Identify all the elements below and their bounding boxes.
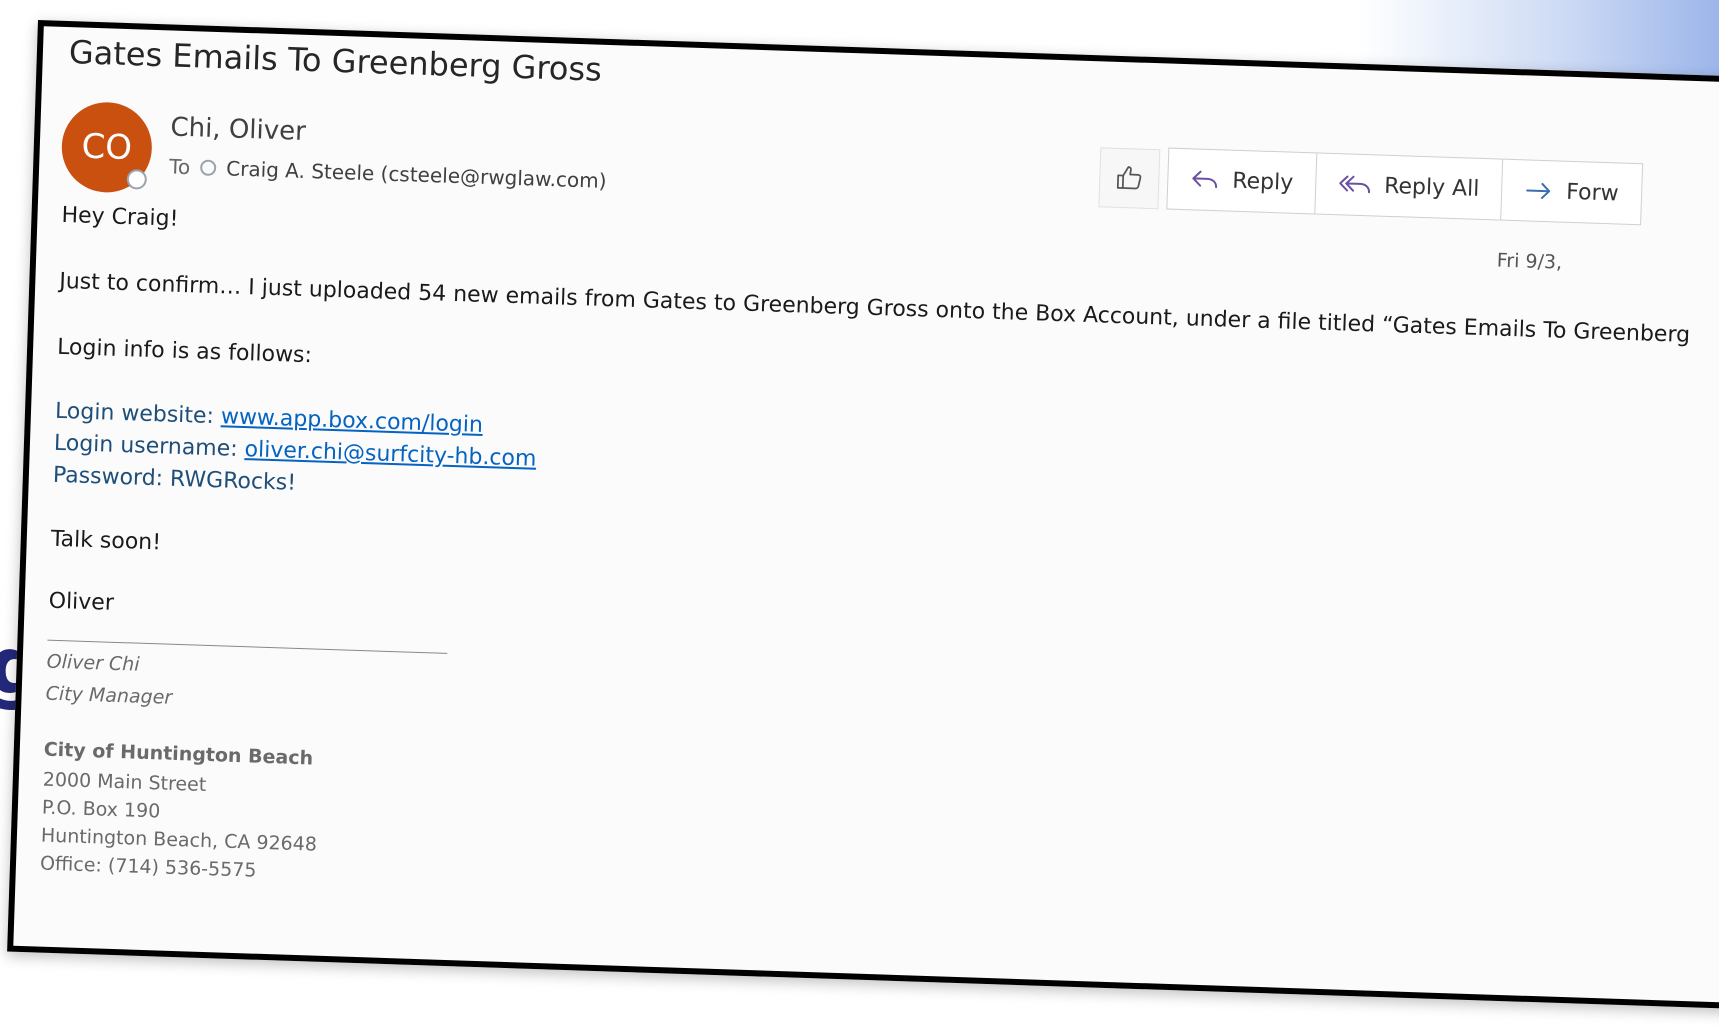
presence-status-icon: [126, 169, 148, 190]
forward-button[interactable]: Forw: [1501, 160, 1641, 225]
login-website-label: Login website:: [54, 398, 222, 430]
reply-all-icon: [1339, 175, 1370, 194]
recipient-presence-icon: [199, 159, 217, 176]
body-paragraph: Just to confirm… I just uploaded 54 new …: [58, 268, 1691, 348]
password-line: Password: RWGRocks!: [52, 462, 297, 496]
signature-city: Huntington Beach, CA 92648: [40, 824, 318, 856]
avatar-initials: CO: [80, 126, 133, 169]
reply-toolbar: Reply Reply All Forw: [1166, 147, 1643, 226]
signature-organization: City of Huntington Beach: [43, 738, 314, 770]
sender-name[interactable]: Chi, Oliver: [170, 112, 306, 146]
closing-text: Talk soon!: [50, 526, 162, 556]
forward-label: Forw: [1565, 179, 1620, 206]
signature-title: City Manager: [45, 682, 173, 709]
reply-label: Reply: [1231, 168, 1294, 196]
recipient-name[interactable]: Craig A. Steele (csteele@rwglaw.com): [226, 156, 607, 193]
login-username-label: Login username:: [53, 430, 246, 463]
signature-po-box: P.O. Box 190: [41, 796, 161, 823]
reply-all-label: Reply All: [1383, 173, 1480, 202]
reply-all-button[interactable]: Reply All: [1315, 153, 1504, 220]
login-website-link[interactable]: www.app.box.com/login: [221, 404, 484, 438]
thumbs-up-icon: [1116, 166, 1142, 190]
sender-sign-name: Oliver: [48, 588, 115, 616]
email-date: Fri 9/3,: [1496, 249, 1563, 274]
recipient-line: To Craig A. Steele (csteele@rwglaw.com): [169, 154, 607, 192]
email-subject: Gates Emails To Greenberg Gross: [68, 33, 603, 89]
like-button[interactable]: [1098, 147, 1161, 210]
reply-icon: [1192, 170, 1218, 189]
signature-office-phone: Office: (714) 536-5575: [39, 852, 257, 882]
login-username-link[interactable]: oliver.chi@surfcity-hb.com: [244, 437, 537, 472]
greeting-text: Hey Craig!: [61, 202, 179, 232]
forward-arrow-icon: [1526, 182, 1551, 199]
reply-button[interactable]: Reply: [1167, 148, 1318, 214]
email-screenshot-card: Gates Emails To Greenberg Gross CO Chi, …: [7, 20, 1719, 1011]
signature-street: 2000 Main Street: [42, 768, 207, 796]
signature-name: Oliver Chi: [46, 650, 140, 676]
body-paragraph: Login info is as follows:: [56, 334, 313, 369]
to-label: To: [168, 154, 191, 180]
